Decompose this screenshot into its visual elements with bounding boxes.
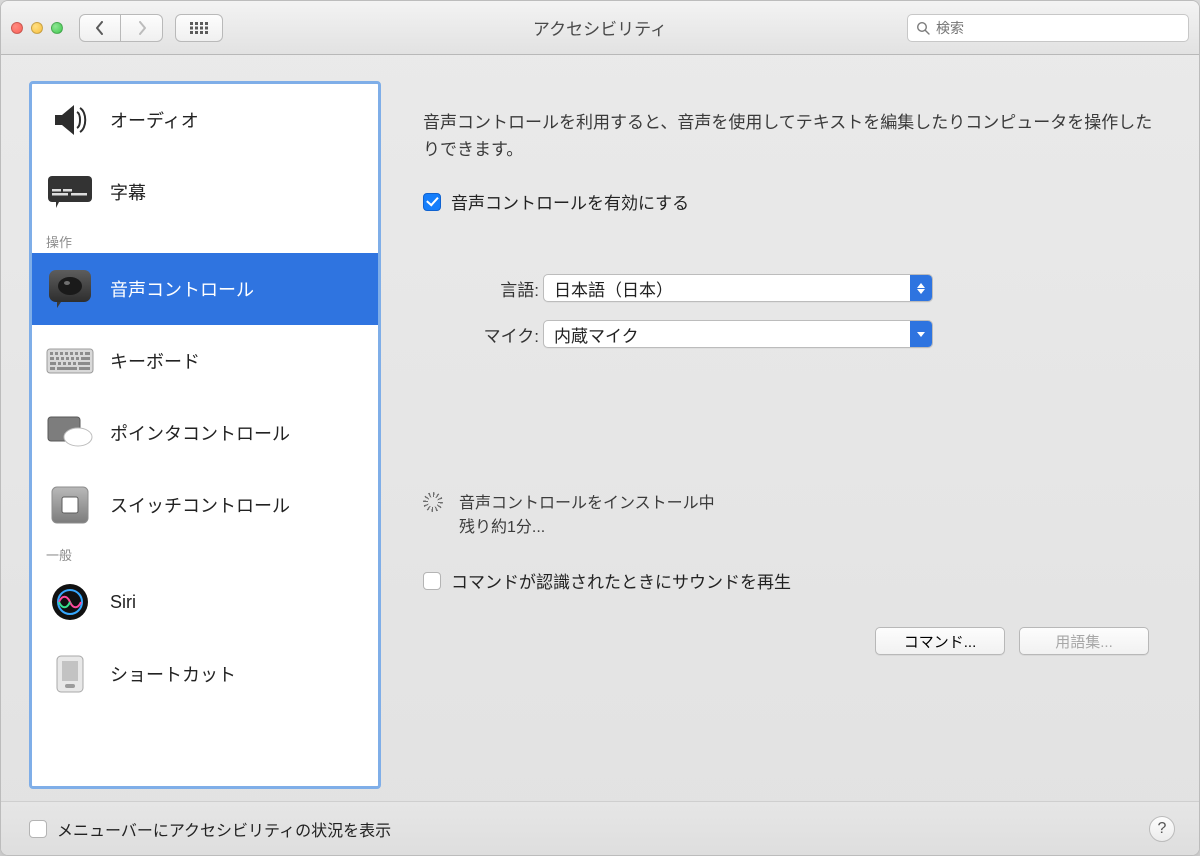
zoom-window-button[interactable] [51,22,63,34]
settings-panel: 音声コントロールを利用すると、音声を使用してテキストを編集したりコンピュータを操… [401,81,1175,789]
button-row: コマンド... 用語集... [423,627,1153,655]
sidebar-item-switch-control[interactable]: スイッチコントロール [32,469,378,541]
question-icon: ? [1158,820,1167,838]
menubar-status-label: メニューバーにアクセシビリティの状況を表示 [57,817,391,841]
commands-button[interactable]: コマンド... [875,627,1005,655]
install-status: 音声コントロールをインストール中 残り約1分... [423,492,1153,540]
switch-icon [46,485,94,525]
sidebar-item-shortcut[interactable]: ショートカット [32,638,378,710]
sidebar-item-label: Siri [110,592,136,613]
siri-icon [46,582,94,622]
enable-voice-control-checkbox[interactable] [423,193,441,211]
spinner-icon [423,492,443,512]
menubar-status-row: メニューバーにアクセシビリティの状況を表示 [29,817,391,841]
sidebar-item-label: ポインタコントロール [110,420,290,446]
sidebar-item-audio[interactable]: オーディオ [32,84,378,156]
back-button[interactable] [79,14,121,42]
sidebar-section-general: 一般 [32,541,378,566]
sidebar-item-label: キーボード [110,348,200,374]
voice-control-icon [46,269,94,309]
microphone-select[interactable]: 内蔵マイク [543,320,933,348]
sidebar-item-pointer-control[interactable]: ポインタコントロール [32,397,378,469]
search-input[interactable] [936,20,1180,36]
prefs-window: アクセシビリティ オーディオ 字 [0,0,1200,856]
chevron-down-icon [910,321,932,347]
sidebar-item-captions[interactable]: 字幕 [32,156,378,228]
enable-voice-control-label: 音声コントロールを有効にする [451,189,689,214]
voice-control-settings: 言語: 日本語（日本） マイク: 内蔵マイク [423,274,1153,348]
play-sound-checkbox[interactable] [423,572,441,590]
install-line1: 音声コントロールをインストール中 [459,492,715,516]
sidebar: オーディオ 字幕 操作 音声コントロール [29,81,381,789]
minimize-window-button[interactable] [31,22,43,34]
sidebar-item-siri[interactable]: Siri [32,566,378,638]
voice-control-description: 音声コントロールを利用すると、音声を使用してテキストを編集したりコンピュータを操… [423,109,1153,163]
sidebar-item-keyboard[interactable]: キーボード [32,325,378,397]
play-sound-row: コマンドが認識されたときにサウンドを再生 [423,568,1153,593]
language-select[interactable]: 日本語（日本） [543,274,933,302]
nav-buttons [79,14,163,42]
captions-icon [46,172,94,212]
footer: メニューバーにアクセシビリティの状況を表示 ? [1,801,1199,855]
microphone-value: 内蔵マイク [554,322,639,347]
install-status-text: 音声コントロールをインストール中 残り約1分... [459,492,715,540]
search-icon [916,21,930,35]
pointer-icon [46,413,94,453]
sidebar-item-voice-control[interactable]: 音声コントロール [32,253,378,325]
play-sound-label: コマンドが認識されたときにサウンドを再生 [451,568,791,593]
help-button[interactable]: ? [1149,816,1175,842]
grid-icon [190,22,208,34]
speaker-icon [46,100,94,140]
language-label: 言語: [423,276,543,301]
chevron-right-icon [137,21,147,35]
vocabulary-button[interactable]: 用語集... [1019,627,1149,655]
menubar-status-checkbox[interactable] [29,820,47,838]
show-all-button[interactable] [175,14,223,42]
sidebar-item-label: ショートカット [110,661,236,687]
titlebar: アクセシビリティ [1,1,1199,55]
sidebar-item-label: オーディオ [110,107,199,133]
sidebar-item-label: スイッチコントロール [110,492,290,518]
chevron-left-icon [95,21,105,35]
forward-button[interactable] [121,14,163,42]
close-window-button[interactable] [11,22,23,34]
sidebar-section-motor: 操作 [32,228,378,253]
shortcut-icon [46,654,94,694]
traffic-lights [11,22,63,34]
enable-voice-control-row: 音声コントロールを有効にする [423,189,1153,214]
sidebar-item-label: 字幕 [110,179,146,205]
search-field[interactable] [907,14,1189,42]
language-value: 日本語（日本） [554,276,673,301]
content-area: オーディオ 字幕 操作 音声コントロール [1,55,1199,801]
keyboard-icon [46,341,94,381]
mic-label: マイク: [423,322,543,347]
sidebar-item-label: 音声コントロール [110,276,254,302]
install-line2: 残り約1分... [459,516,715,540]
updown-stepper-icon [910,275,932,301]
